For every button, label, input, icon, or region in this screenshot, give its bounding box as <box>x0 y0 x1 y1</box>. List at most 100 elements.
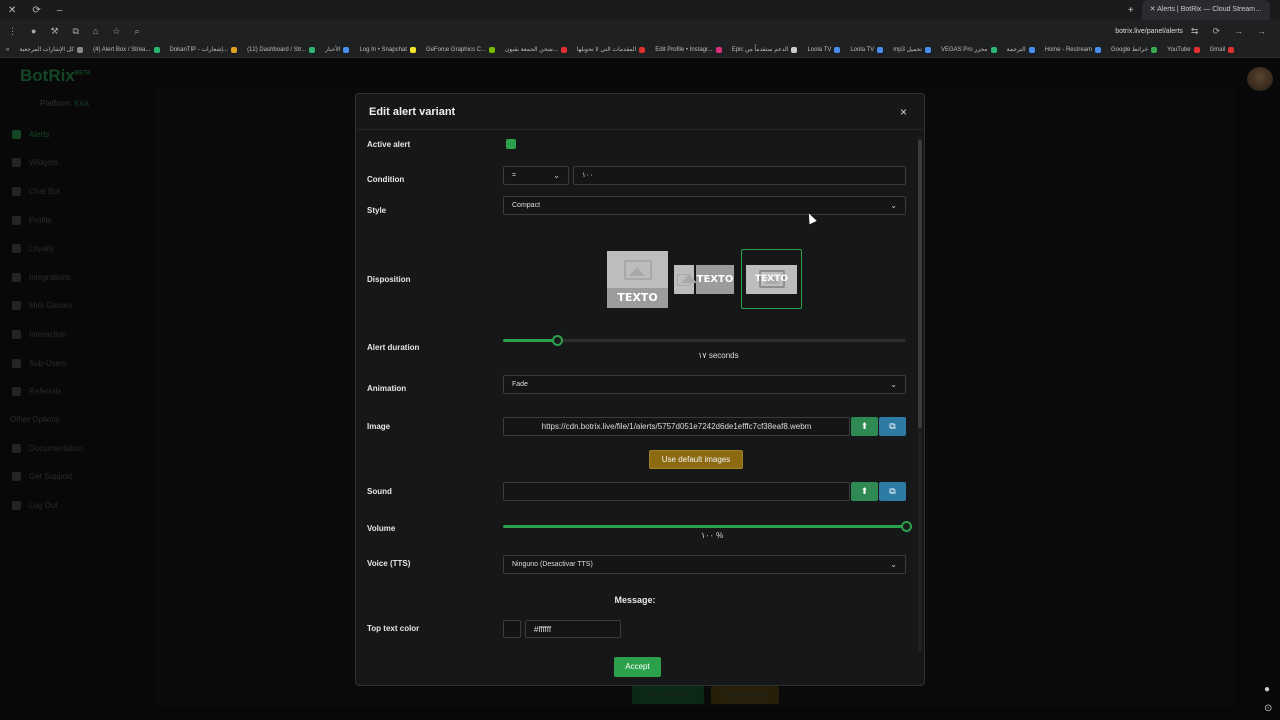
bookmark-favicon-icon <box>924 46 931 53</box>
bookmark-label: Gmail <box>1209 46 1226 53</box>
volume-readout: ١٠٠ % <box>701 531 724 540</box>
condition-label: Condition <box>367 175 405 184</box>
bookmark-item[interactable]: (12) Dashboard / Str... <box>247 46 316 53</box>
use-default-images-button[interactable]: Use default images <box>649 450 743 469</box>
condition-value-input[interactable]: ١٠٠ <box>573 166 906 185</box>
image-gallery-button[interactable]: ⧉ <box>879 417 906 436</box>
bookmark-item[interactable]: الترجمة <box>1007 46 1035 53</box>
new-tab-icon[interactable]: + <box>1128 5 1134 16</box>
alert-duration-handle[interactable] <box>552 335 563 346</box>
site-settings-icon[interactable]: ⇆ <box>1191 26 1199 37</box>
bookmark-label: كل الإشارات المرجعية <box>19 47 75 53</box>
bookmark-item[interactable]: Epic الدعم ستقدماً من <box>732 46 798 53</box>
bookmark-item[interactable]: (4) Alert Box / Strea... <box>93 46 160 53</box>
voice-select[interactable]: Ninguno (Desactivar TTS) ⌄ <box>503 555 906 574</box>
extension-icon-2[interactable]: ⚒ <box>50 26 58 37</box>
bookmark-item[interactable]: كل الإشارات المرجعية <box>19 46 84 53</box>
bookmark-favicon-icon <box>834 46 841 53</box>
bookmark-item[interactable]: الأخبار <box>325 46 350 53</box>
bookmark-item[interactable]: Log In • Snapchat <box>359 46 416 53</box>
bookmark-item[interactable]: Edit Profile • Instagr... <box>655 46 722 53</box>
extension-icon-3[interactable]: ⧉ <box>73 26 79 37</box>
image-url-input[interactable]: https://cdn.botrix.live/file/1/alerts/57… <box>503 417 850 436</box>
bookmark-item[interactable]: Gmail <box>1210 46 1235 53</box>
bookmark-item[interactable]: DokanTIP - إشعارات... <box>170 46 238 53</box>
disposition-option-overlay[interactable]: TEXTO <box>741 249 802 309</box>
condition-operator-value: = <box>512 172 517 179</box>
animation-label: Animation <box>367 384 407 393</box>
home-icon[interactable]: ⌂ <box>93 26 98 37</box>
style-select[interactable]: Compact ⌄ <box>503 196 906 215</box>
alert-duration-fill <box>503 339 557 342</box>
bookmark-item[interactable]: Loola TV <box>850 46 884 53</box>
top-text-color-swatch[interactable] <box>503 620 521 638</box>
style-label: Style <box>367 206 387 215</box>
bookmark-label: mp3 تحميل <box>893 47 922 53</box>
volume-slider[interactable] <box>503 521 912 532</box>
menu-icon[interactable]: ⋮ <box>8 26 17 37</box>
bookmarks-bar: « كل الإشارات المرجعية (4) Alert Box / St… <box>0 42 1280 58</box>
settings-icon[interactable]: ⊙ <box>1264 703 1272 714</box>
condition-operator-select[interactable]: = ⌄ <box>503 166 569 185</box>
scroll-thumb[interactable] <box>918 140 922 428</box>
disposition-text: TEXTO <box>607 288 668 308</box>
bookmark-star-icon[interactable]: ☆ <box>112 26 120 37</box>
bookmark-label: شحن الجمعة بقيون... <box>504 47 558 53</box>
close-window-icon[interactable]: ✕ <box>8 5 16 16</box>
search-icon[interactable]: ⌕ <box>134 26 139 37</box>
top-text-color-label: Top text color <box>367 624 420 633</box>
browser-tab[interactable]: ✕ Alerts | BotRix — Cloud Stream… <box>1141 0 1270 20</box>
tab-title: Alerts | BotRix — Cloud Stream… <box>1157 6 1262 13</box>
bookmark-item[interactable]: YouTube <box>1167 46 1200 53</box>
bookmark-item[interactable]: Loola TV <box>807 46 841 53</box>
bookmark-item[interactable]: VEGAS Pro محرر <box>941 46 997 53</box>
animation-select[interactable]: Fade ⌄ <box>503 375 906 394</box>
disposition-option-vertical[interactable]: TEXTO <box>607 251 668 308</box>
microphone-icon[interactable]: ● <box>1264 684 1270 695</box>
browser-titlebar: ✕ ⟳ – + ✕ Alerts | BotRix — Cloud Stream… <box>0 0 1280 20</box>
bookmark-item[interactable]: mp3 تحميل <box>893 46 931 53</box>
bookmark-item[interactable]: Google خرائط <box>1111 46 1158 53</box>
bookmark-item[interactable]: شحن الجمعة بقيون... <box>505 46 567 53</box>
minimize-icon[interactable]: – <box>57 5 63 16</box>
modal-scrollbar[interactable] <box>918 136 922 651</box>
bookmark-label: Edit Profile • Instagr... <box>655 46 713 53</box>
reload-icon[interactable]: ⟳ <box>32 5 40 16</box>
volume-label: Volume <box>367 524 396 533</box>
message-heading: Message: <box>614 595 656 605</box>
sound-gallery-button[interactable]: ⧉ <box>879 482 906 501</box>
image-upload-button[interactable]: ⬆ <box>851 417 878 436</box>
top-text-color-input[interactable]: #ffffff <box>525 620 621 638</box>
bookmarks-more-icon[interactable]: « <box>6 47 9 53</box>
extension-icon[interactable]: ● <box>31 26 36 37</box>
sound-upload-button[interactable]: ⬆ <box>851 482 878 501</box>
bookmark-label: DokanTIP - إشعارات... <box>169 47 229 53</box>
chevron-down-icon: ⌄ <box>890 560 897 569</box>
address-bar[interactable]: botrix.live/panel/alerts <box>1115 28 1191 35</box>
modal-header: Edit alert variant <box>356 94 924 130</box>
accept-button[interactable]: Accept <box>614 657 661 677</box>
bookmark-favicon-icon <box>153 46 160 53</box>
active-alert-checkbox[interactable] <box>506 139 516 149</box>
alert-duration-slider[interactable] <box>503 335 906 346</box>
bookmark-item[interactable]: المقدمات التي لا تحويلها <box>577 46 646 53</box>
tab-close-icon[interactable]: ✕ <box>1150 6 1157 13</box>
disposition-option-horizontal[interactable]: TEXTO <box>674 265 734 294</box>
bookmark-item[interactable]: Home - Restream <box>1045 46 1101 53</box>
sound-input[interactable] <box>503 482 850 501</box>
bookmark-favicon-icon <box>1228 46 1235 53</box>
image-placeholder-icon <box>674 265 697 294</box>
bookmark-favicon-icon <box>560 46 567 53</box>
browser-toolbar: ⋮ ● ⚒ ⧉ ⌂ ☆ ⌕ botrix.live/panel/alerts ⇆… <box>0 20 1280 42</box>
close-icon[interactable]: × <box>900 105 907 119</box>
bookmark-favicon-icon <box>343 46 350 53</box>
disposition-text: TEXTO <box>754 274 789 284</box>
volume-handle[interactable] <box>901 521 912 532</box>
voice-value: Ninguno (Desactivar TTS) <box>512 561 593 568</box>
forward-icon[interactable]: → <box>1234 26 1243 37</box>
bookmark-item[interactable]: GeForce Graphics C... <box>426 46 495 53</box>
back-icon[interactable]: → <box>1257 26 1266 37</box>
bookmark-favicon-icon <box>409 46 416 53</box>
bookmark-favicon-icon <box>309 46 316 53</box>
refresh-icon[interactable]: ⟳ <box>1212 26 1220 37</box>
